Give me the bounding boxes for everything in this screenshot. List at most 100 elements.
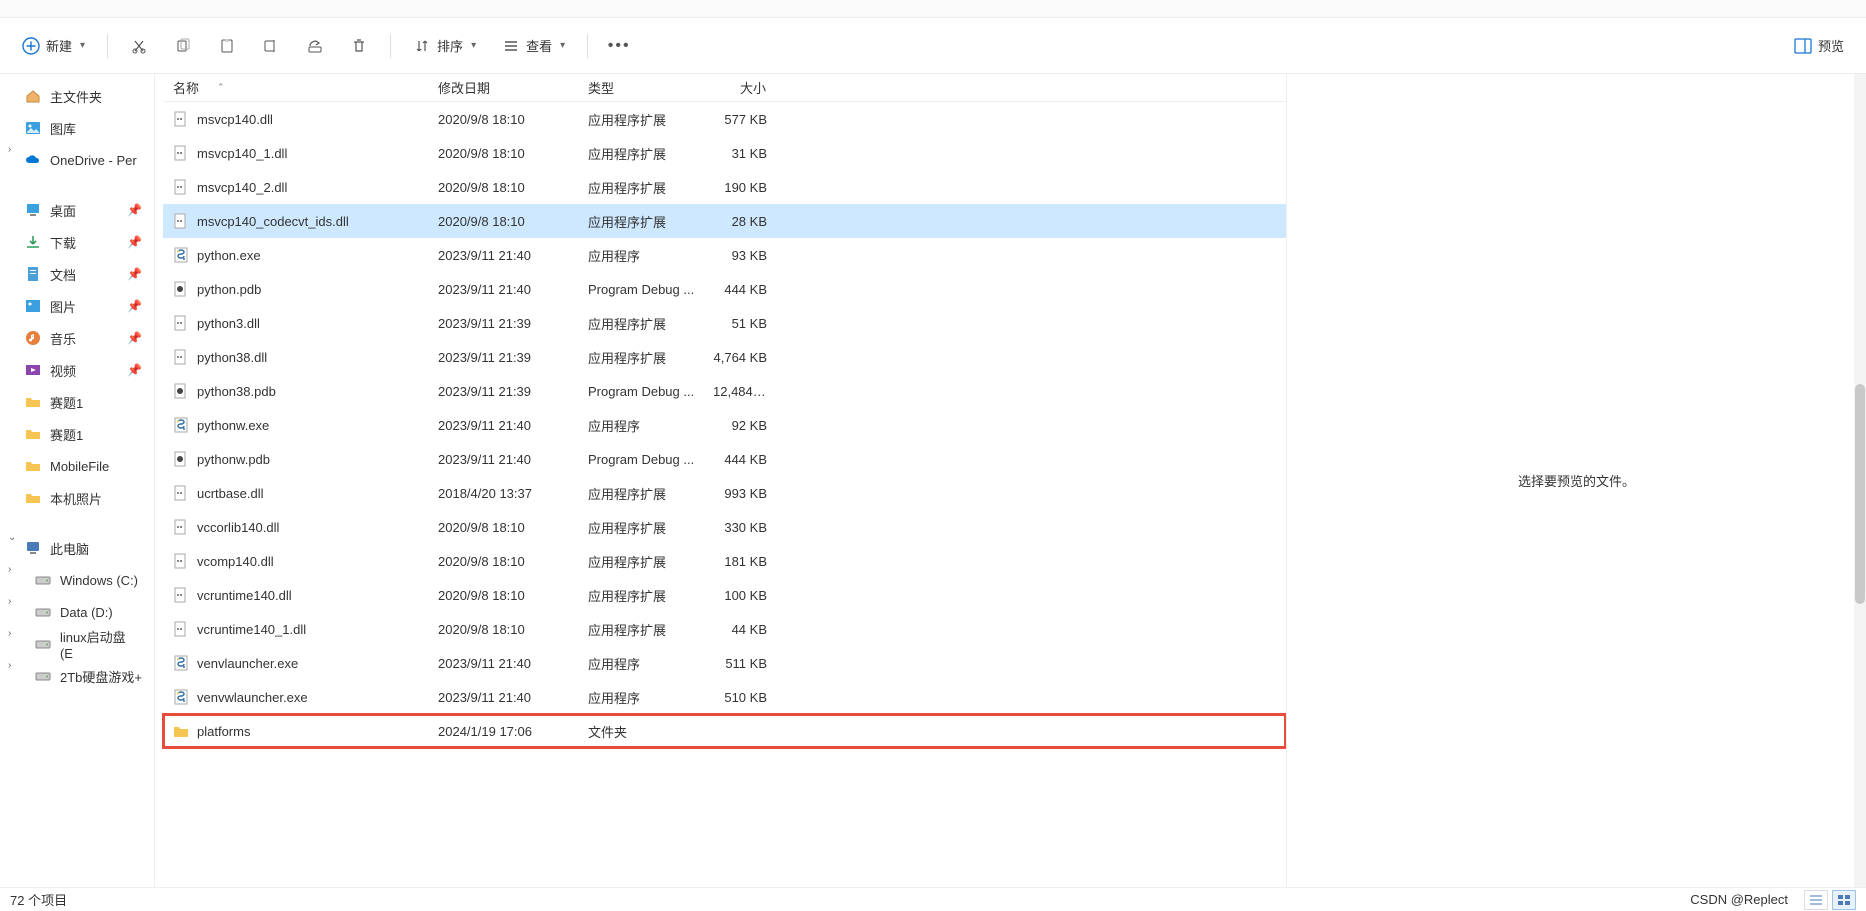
nav-quick-item[interactable]: 文档📌 xyxy=(0,258,154,290)
file-row[interactable]: python.pdb 2023/9/11 21:40 Program Debug… xyxy=(163,272,1286,306)
view-details-button[interactable] xyxy=(1804,890,1828,910)
file-type: 应用程序扩展 xyxy=(578,144,703,163)
nav-quick-item[interactable]: 本机照片 xyxy=(0,482,154,514)
file-type: 应用程序扩展 xyxy=(578,586,703,605)
expand-icon[interactable]: › xyxy=(8,660,11,671)
cut-button[interactable] xyxy=(120,28,158,64)
nav-quick-item[interactable]: 视频📌 xyxy=(0,354,154,386)
folder-icon xyxy=(24,329,42,347)
file-row[interactable]: ucrtbase.dll 2018/4/20 13:37 应用程序扩展 993 … xyxy=(163,476,1286,510)
nav-thispc[interactable]: 此电脑 xyxy=(0,532,154,564)
file-row[interactable]: venvlauncher.exe 2023/9/11 21:40 应用程序 51… xyxy=(163,646,1286,680)
nav-quick-item[interactable]: MobileFile xyxy=(0,450,154,482)
file-date: 2023/9/11 21:40 xyxy=(428,282,578,297)
scrollbar[interactable] xyxy=(1854,74,1866,887)
nav-quick-item[interactable]: 赛题1 xyxy=(0,386,154,418)
nav-quick-item[interactable]: 下载📌 xyxy=(0,226,154,258)
rename-button[interactable] xyxy=(252,28,290,64)
file-date: 2020/9/8 18:10 xyxy=(428,180,578,195)
file-name: platforms xyxy=(197,724,250,739)
nav-home[interactable]: 主文件夹 xyxy=(0,80,154,112)
file-type: 应用程序扩展 xyxy=(578,518,703,537)
separator xyxy=(390,34,391,58)
scrollbar-thumb[interactable] xyxy=(1855,384,1865,604)
copy-button[interactable] xyxy=(164,28,202,64)
col-type[interactable]: 类型 xyxy=(578,74,703,101)
file-type: Program Debug ... xyxy=(578,282,703,297)
nav-quick-item[interactable]: 音乐📌 xyxy=(0,322,154,354)
file-row[interactable]: msvcp140.dll 2020/9/8 18:10 应用程序扩展 577 K… xyxy=(163,102,1286,136)
file-row[interactable]: vcomp140.dll 2020/9/8 18:10 应用程序扩展 181 K… xyxy=(163,544,1286,578)
sort-indicator-icon: ⌃ xyxy=(217,82,225,93)
sort-button[interactable]: 排序 ▾ xyxy=(403,28,486,64)
file-row[interactable]: venvwlauncher.exe 2023/9/11 21:40 应用程序 5… xyxy=(163,680,1286,714)
more-icon: ••• xyxy=(610,37,628,55)
preview-pane: 选择要预览的文件。 xyxy=(1286,74,1866,887)
file-row[interactable]: python.exe 2023/9/11 21:40 应用程序 93 KB xyxy=(163,238,1286,272)
status-item-count: 72 个项目 xyxy=(10,890,67,909)
file-size: 993 KB xyxy=(703,486,781,501)
pin-icon: 📌 xyxy=(127,331,142,345)
col-size[interactable]: 大小 xyxy=(703,74,781,101)
delete-button[interactable] xyxy=(340,28,378,64)
file-row[interactable]: pythonw.exe 2023/9/11 21:40 应用程序 92 KB xyxy=(163,408,1286,442)
file-size: 51 KB xyxy=(703,316,781,331)
file-row[interactable]: msvcp140_2.dll 2020/9/8 18:10 应用程序扩展 190… xyxy=(163,170,1286,204)
preview-toggle[interactable]: 预览 xyxy=(1784,28,1854,64)
nav-quick-item[interactable]: 赛题1 xyxy=(0,418,154,450)
view-icons-button[interactable] xyxy=(1832,890,1856,910)
nav-quick-item[interactable]: 桌面📌 xyxy=(0,194,154,226)
col-name[interactable]: 名称⌃ xyxy=(163,74,428,101)
share-button[interactable] xyxy=(296,28,334,64)
expand-icon[interactable]: › xyxy=(8,564,11,575)
file-row[interactable]: msvcp140_1.dll 2020/9/8 18:10 应用程序扩展 31 … xyxy=(163,136,1286,170)
watermark: CSDN @Replect xyxy=(1690,892,1788,907)
file-row[interactable]: python38.pdb 2023/9/11 21:39 Program Deb… xyxy=(163,374,1286,408)
file-date: 2023/9/11 21:40 xyxy=(428,452,578,467)
file-icon xyxy=(173,655,189,671)
file-date: 2023/9/11 21:39 xyxy=(428,384,578,399)
file-name: pythonw.exe xyxy=(197,418,269,433)
nav-drive[interactable]: linux启动盘 (E xyxy=(0,628,154,660)
file-row[interactable]: vcruntime140.dll 2020/9/8 18:10 应用程序扩展 1… xyxy=(163,578,1286,612)
file-row[interactable]: vccorlib140.dll 2020/9/8 18:10 应用程序扩展 33… xyxy=(163,510,1286,544)
file-size: 444 KB xyxy=(703,452,781,467)
toolbar: 新建 ▾ 排序 ▾ 查看 ▾ ••• 预览 xyxy=(0,18,1866,74)
expand-icon[interactable]: › xyxy=(8,144,11,155)
file-row[interactable]: pythonw.pdb 2023/9/11 21:40 Program Debu… xyxy=(163,442,1286,476)
file-type: 应用程序扩展 xyxy=(578,314,703,333)
file-row[interactable]: platforms 2024/1/19 17:06 文件夹 xyxy=(163,714,1286,748)
more-button[interactable]: ••• xyxy=(600,28,638,64)
paste-button[interactable] xyxy=(208,28,246,64)
nav-onedrive[interactable]: OneDrive - Per xyxy=(0,144,154,176)
file-list[interactable]: 名称⌃ 修改日期 类型 大小 msvcp140.dll 2020/9/8 18:… xyxy=(155,74,1286,887)
col-date[interactable]: 修改日期 xyxy=(428,74,578,101)
nav-drive[interactable]: 2Tb硬盘游戏+ xyxy=(0,660,154,692)
file-row[interactable]: python38.dll 2023/9/11 21:39 应用程序扩展 4,76… xyxy=(163,340,1286,374)
nav-quick-item[interactable]: 图片📌 xyxy=(0,290,154,322)
view-button[interactable]: 查看 ▾ xyxy=(492,28,575,64)
file-type: 应用程序扩展 xyxy=(578,484,703,503)
file-name: vcruntime140.dll xyxy=(197,588,292,603)
nav-gallery[interactable]: 图库 xyxy=(0,112,154,144)
file-date: 2023/9/11 21:40 xyxy=(428,656,578,671)
expand-icon[interactable]: › xyxy=(8,596,11,607)
sort-label: 排序 xyxy=(437,36,463,55)
new-button[interactable]: 新建 ▾ xyxy=(12,28,95,64)
file-row[interactable]: vcruntime140_1.dll 2020/9/8 18:10 应用程序扩展… xyxy=(163,612,1286,646)
nav-pane[interactable]: 主文件夹 图库 ›OneDrive - Per 桌面📌下载📌文档📌图片📌音乐📌视… xyxy=(0,74,155,887)
file-date: 2023/9/11 21:40 xyxy=(428,690,578,705)
file-type: 应用程序 xyxy=(578,246,703,265)
file-row[interactable]: msvcp140_codecvt_ids.dll 2020/9/8 18:10 … xyxy=(163,204,1286,238)
nav-drive[interactable]: Windows (C:) xyxy=(0,564,154,596)
collapse-icon[interactable]: ⌄ xyxy=(8,532,16,543)
file-type: 应用程序扩展 xyxy=(578,110,703,129)
expand-icon[interactable]: › xyxy=(8,628,11,639)
file-row[interactable]: python3.dll 2023/9/11 21:39 应用程序扩展 51 KB xyxy=(163,306,1286,340)
file-date: 2023/9/11 21:39 xyxy=(428,316,578,331)
sort-icon xyxy=(413,37,431,55)
file-date: 2020/9/8 18:10 xyxy=(428,520,578,535)
file-type: Program Debug ... xyxy=(578,452,703,467)
nav-drive[interactable]: Data (D:) xyxy=(0,596,154,628)
separator xyxy=(587,34,588,58)
